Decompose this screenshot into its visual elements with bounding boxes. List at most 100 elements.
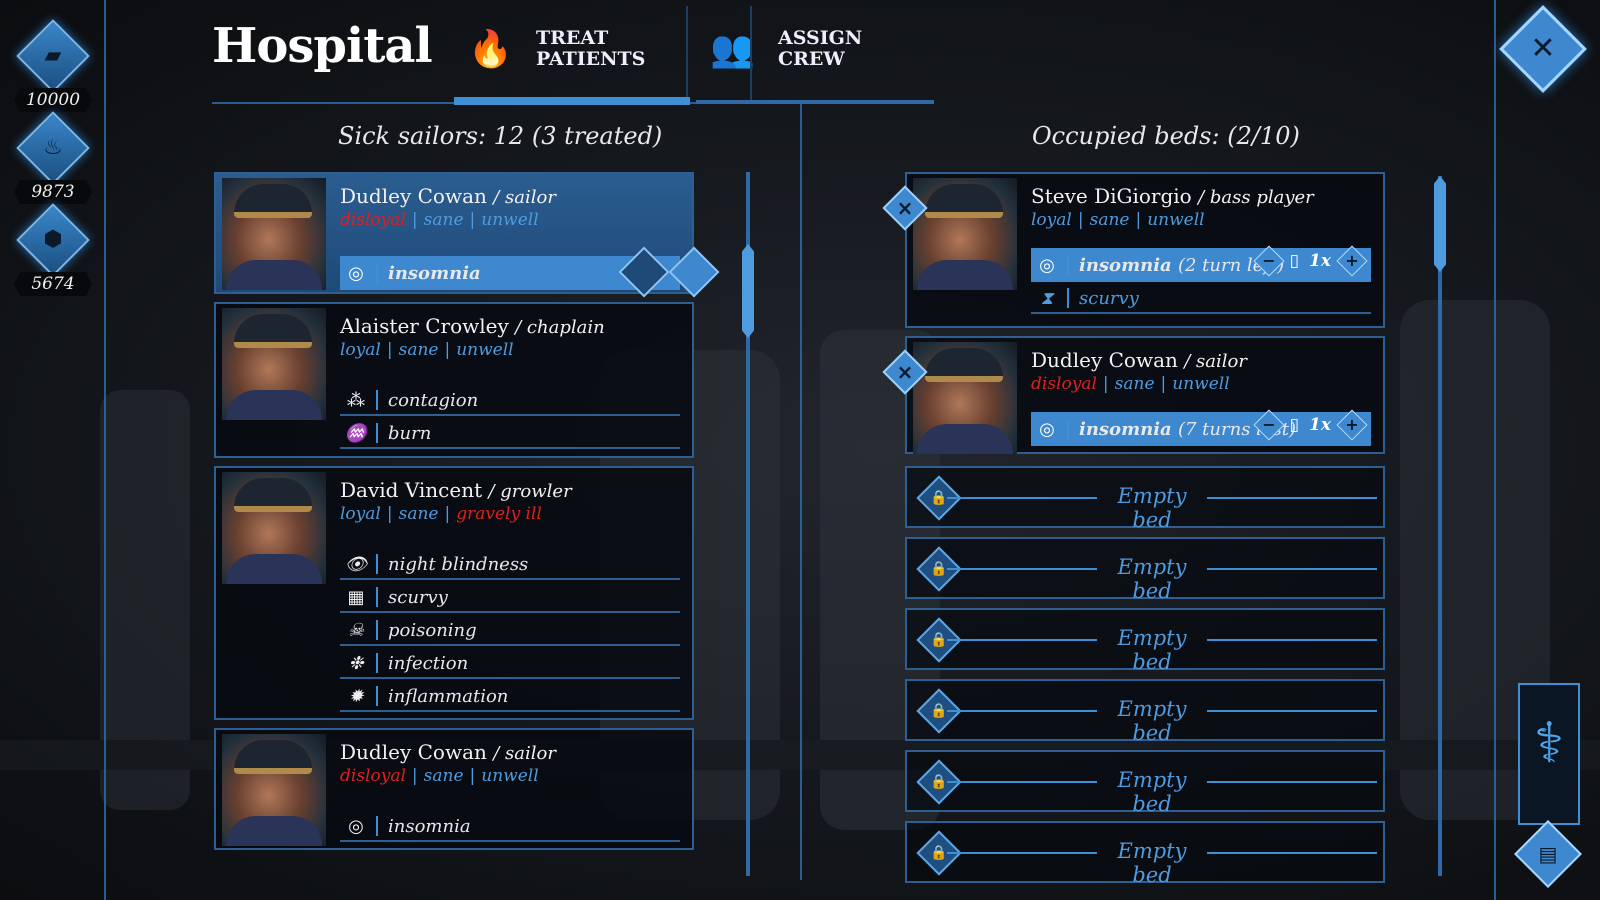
row-divider: [1067, 288, 1069, 308]
row-divider: [376, 653, 378, 673]
medicine-controls: − ▯ 1x +: [1253, 245, 1368, 277]
divider-line: [1207, 568, 1377, 570]
divider-line: [947, 710, 1097, 712]
illness-row[interactable]: ▦ scurvy: [340, 583, 680, 613]
center-divider: [800, 104, 802, 880]
illness-label: infection: [388, 652, 469, 674]
trait: sane: [423, 766, 464, 786]
waiting-label: scurvy: [1079, 287, 1139, 309]
illness-row[interactable]: 👁 night blindness: [340, 550, 680, 580]
trait: unwell: [481, 766, 539, 786]
illness-row[interactable]: ✹ inflammation: [340, 682, 680, 712]
bed-scroll-thumb[interactable]: [1434, 176, 1446, 272]
illness-label: burn: [388, 422, 432, 444]
resource-ore: ⬢ 5674: [14, 203, 92, 296]
trait-separator: |: [1135, 210, 1142, 230]
trait-separator: |: [411, 210, 418, 230]
decrease-button[interactable]: −: [1253, 245, 1285, 277]
page-title: Hospital: [212, 18, 433, 74]
empty-bed[interactable]: 🔒 Empty bed: [905, 679, 1385, 745]
empty-bed-label: Empty bed: [1117, 555, 1187, 603]
tab-assign-crew[interactable]: 👥 ASSIGN CREW: [696, 22, 928, 97]
trait: loyal: [340, 504, 381, 524]
portrait: [222, 734, 326, 846]
illness-label: scurvy: [388, 586, 448, 608]
patient-traits: disloyal | sane | unwell: [340, 766, 539, 786]
patient-card[interactable]: Dudley Cowan / sailor disloyal | sane | unwe…: [214, 728, 694, 850]
treatment-row: ◎ insomnia (2 turn left) − ▯ 1x +: [1031, 245, 1371, 282]
trait: unwell: [1172, 374, 1230, 394]
book-icon: ▤: [1538, 842, 1558, 866]
empty-bed-label: Empty bed: [1117, 626, 1187, 674]
increase-button[interactable]: +: [1336, 409, 1368, 441]
bed-scrollbar[interactable]: [1438, 176, 1442, 876]
trait: disloyal: [1031, 374, 1097, 394]
patient-traits: loyal | sane | gravely ill: [340, 504, 542, 524]
treatment-row: ◎ insomnia (7 turns lest) − ▯ 1x +: [1031, 409, 1371, 446]
trait: disloyal: [340, 766, 406, 786]
illness-row[interactable]: ☠ poisoning: [340, 616, 680, 646]
plus-icon: +: [1345, 415, 1359, 434]
empty-bed[interactable]: 🔒 Empty bed: [905, 537, 1385, 603]
trait-separator: |: [444, 340, 451, 360]
trait-separator: |: [1102, 374, 1109, 394]
illness-row[interactable]: ❉ infection: [340, 649, 680, 679]
inactive-tab-bar: [696, 100, 934, 104]
row-divider: [376, 263, 378, 283]
minus-icon: −: [1261, 415, 1276, 434]
patient-name: Dudley Cowan: [1031, 348, 1178, 372]
patient-card[interactable]: Alaister Crowley / chaplain loyal | sane | u…: [214, 302, 694, 458]
row-divider: [376, 686, 378, 706]
tab-label: ASSIGN CREW: [778, 27, 863, 70]
plus-icon: +: [1345, 251, 1359, 270]
decrease-button[interactable]: −: [1253, 409, 1285, 441]
illness-row[interactable]: ◎ insomnia: [340, 246, 720, 298]
medicine-button[interactable]: ⚕: [1518, 683, 1580, 825]
portrait: [222, 472, 326, 584]
trait-separator: |: [469, 766, 476, 786]
tab-treat-patients[interactable]: 🔥 TREAT PATIENTS: [454, 22, 686, 97]
portrait: [913, 178, 1017, 290]
infection-icon: ❉: [348, 652, 364, 674]
divider-line: [1207, 497, 1377, 499]
trait: sane: [398, 340, 439, 360]
illness-row[interactable]: ♒ burn: [340, 419, 680, 449]
patient-name-line: David Vincent / growler: [340, 478, 572, 502]
trait: gravely ill: [456, 504, 542, 524]
patient-card[interactable]: David Vincent / growler loyal | sane | grave…: [214, 466, 694, 720]
trait: loyal: [340, 340, 381, 360]
patient-name: Dudley Cowan: [340, 740, 487, 764]
patient-role: / chaplain: [515, 317, 605, 338]
empty-bed[interactable]: 🔒 Empty bed: [905, 750, 1385, 816]
hand-heal-icon[interactable]: [618, 246, 670, 298]
eye-spiral-icon: ◎: [1039, 254, 1055, 276]
portrait: [913, 342, 1017, 454]
empty-bed[interactable]: 🔒 Empty bed: [905, 821, 1385, 887]
trait: disloyal: [340, 210, 406, 230]
empty-bed[interactable]: 🔒 Empty bed: [905, 466, 1385, 532]
increase-button[interactable]: +: [1336, 245, 1368, 277]
eye-spiral-icon: ◎: [1039, 418, 1055, 440]
active-tab-indicator: [454, 97, 690, 105]
patient-role: / sailor: [1184, 351, 1247, 372]
divider-line: [947, 568, 1097, 570]
divider-line: [1207, 781, 1377, 783]
illness-row[interactable]: ⁂ contagion: [340, 386, 680, 416]
occupied-bed: Steve DiGiorgio / bass player loyal | sane…: [905, 172, 1385, 328]
empty-bed-label: Empty bed: [1117, 484, 1187, 532]
patient-name: David Vincent: [340, 478, 483, 502]
meat-icon: ♨: [43, 135, 63, 160]
close-icon: ✕: [1530, 31, 1556, 66]
patient-scroll-thumb[interactable]: [742, 244, 754, 338]
trait: sane: [1089, 210, 1130, 230]
patient-card[interactable]: Dudley Cowan / sailor disloyal | sane | unwe…: [214, 172, 720, 298]
tab-separator: [686, 6, 688, 101]
trait: unwell: [1147, 210, 1205, 230]
trait-separator: |: [444, 504, 451, 524]
resource-value: 10000: [14, 88, 92, 112]
illness-row[interactable]: ◎ insomnia: [340, 812, 680, 842]
row-divider: [376, 816, 378, 836]
patient-name: Alaister Crowley: [340, 314, 509, 338]
empty-bed[interactable]: 🔒 Empty bed: [905, 608, 1385, 674]
illness-label: insomnia: [388, 815, 471, 837]
